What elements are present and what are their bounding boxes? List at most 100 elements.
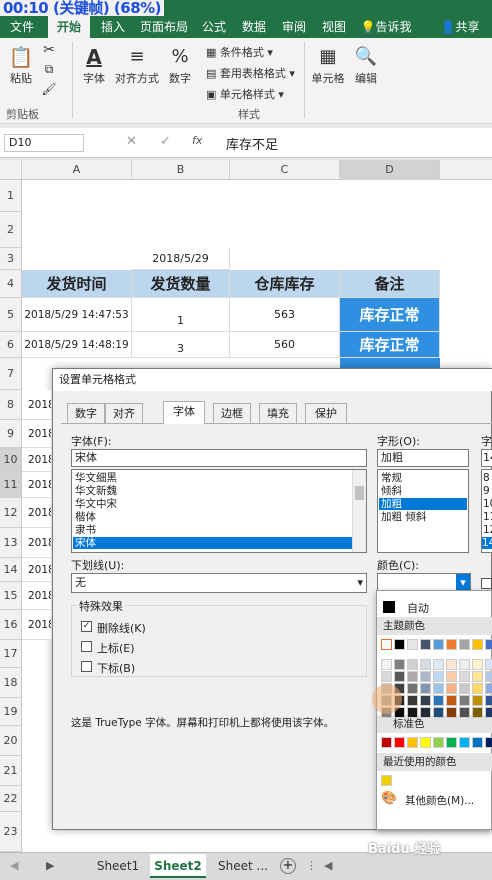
format-painter-icon[interactable]: 🖌 <box>40 82 58 96</box>
status-cell[interactable]: 库存正常 <box>340 298 440 332</box>
row-header[interactable]: 1 <box>0 180 22 212</box>
tab-border[interactable]: 边框 <box>213 403 251 423</box>
share-button[interactable]: 👤共享 <box>428 16 492 38</box>
enter-icon[interactable]: ✓ <box>160 134 171 149</box>
theme-color-swatch[interactable] <box>459 683 470 694</box>
table-cell[interactable]: 563 <box>230 298 340 332</box>
strikethrough-checkbox[interactable]: ✓ <box>81 621 92 632</box>
fx-icon[interactable]: fx <box>192 134 202 147</box>
header-cell[interactable]: 仓库库存 <box>230 270 340 298</box>
underline-select[interactable]: 无 ▾ <box>71 573 367 593</box>
tab-home[interactable]: 开始 <box>48 16 90 38</box>
theme-color-swatch[interactable] <box>459 639 470 650</box>
list-item-selected[interactable]: 宋体 <box>73 537 353 549</box>
theme-color-swatch[interactable] <box>433 659 444 670</box>
list-item[interactable]: 华文细黑 <box>75 472 117 484</box>
table-cell[interactable]: 2018/5/ <box>22 558 52 582</box>
standard-color-swatch[interactable] <box>407 737 418 748</box>
list-item[interactable]: 8 <box>483 472 490 484</box>
row-header[interactable]: 13 <box>0 528 22 558</box>
theme-color-swatch[interactable] <box>446 683 457 694</box>
style-input[interactable]: 加粗 <box>377 449 469 467</box>
tab-fill[interactable]: 填充 <box>259 403 297 423</box>
theme-color-swatch[interactable] <box>446 639 457 650</box>
column-header-d[interactable]: D <box>340 160 440 180</box>
row-header[interactable]: 22 <box>0 786 22 812</box>
row-header[interactable]: 5 <box>0 298 22 332</box>
theme-color-swatch[interactable] <box>485 671 492 682</box>
cell-styles-button[interactable]: ▣ 单元格样式 ▾ <box>206 86 284 102</box>
auto-color-label[interactable]: 自动 <box>407 600 429 616</box>
table-cell[interactable]: 560 <box>230 332 340 358</box>
theme-color-swatch[interactable] <box>420 695 431 706</box>
table-cell[interactable]: 2018/5/ <box>22 390 52 420</box>
theme-color-swatch[interactable] <box>472 639 483 650</box>
row-header[interactable]: 14 <box>0 558 22 582</box>
subscript-checkbox[interactable] <box>81 661 92 672</box>
row-header[interactable]: 12 <box>0 498 22 528</box>
theme-color-swatch[interactable] <box>381 659 392 670</box>
standard-color-swatch[interactable] <box>433 737 444 748</box>
cancel-icon[interactable]: ✕ <box>126 134 137 149</box>
theme-color-swatch[interactable] <box>472 683 483 694</box>
style-list[interactable]: 常规 倾斜 加粗 加粗 倾斜 <box>377 469 469 553</box>
list-item-selected[interactable]: 14 <box>482 537 492 549</box>
list-item[interactable]: 隶书 <box>75 524 96 536</box>
standard-color-swatch[interactable] <box>381 737 392 748</box>
number-button[interactable]: % 数字 <box>164 44 196 86</box>
column-header-c[interactable]: C <box>230 160 340 180</box>
row-header[interactable]: 9 <box>0 420 22 448</box>
theme-color-swatch[interactable] <box>407 707 418 718</box>
auto-color-swatch[interactable] <box>383 601 395 613</box>
table-cell[interactable]: 2018/5/ <box>22 528 52 558</box>
list-item[interactable]: 10 <box>483 498 492 510</box>
sheet-tab-2[interactable]: Sheet2 <box>150 854 206 878</box>
column-header-b[interactable]: B <box>132 160 230 180</box>
row-header[interactable]: 19 <box>0 698 22 726</box>
list-item[interactable]: 华文新魏 <box>75 485 117 497</box>
list-item-selected[interactable]: 加粗 <box>379 498 467 510</box>
table-cell[interactable]: 2018/5/ <box>22 582 52 610</box>
row-header[interactable]: 15 <box>0 582 22 610</box>
theme-color-swatch[interactable] <box>459 659 470 670</box>
theme-color-swatch[interactable] <box>485 683 492 694</box>
theme-color-swatch[interactable] <box>394 671 405 682</box>
theme-color-swatch[interactable] <box>485 707 492 718</box>
header-cell[interactable]: 备注 <box>340 270 440 298</box>
list-item[interactable]: 12 <box>483 524 492 536</box>
tab-alignment[interactable]: 对齐 <box>105 403 143 423</box>
scrollbar-thumb[interactable] <box>355 486 364 500</box>
superscript-checkbox[interactable] <box>81 641 92 652</box>
row-header[interactable]: 17 <box>0 640 22 668</box>
sheet-tab-more[interactable]: Sheet ... <box>210 854 276 878</box>
theme-color-swatch[interactable] <box>446 695 457 706</box>
row-header[interactable]: 4 <box>0 270 22 298</box>
more-colors-button[interactable]: 其他颜色(M)... <box>405 793 474 808</box>
theme-color-swatch[interactable] <box>420 639 431 650</box>
theme-color-swatch[interactable] <box>485 695 492 706</box>
table-format-button[interactable]: ▤ 套用表格格式 ▾ <box>206 65 295 81</box>
font-list[interactable]: 华文细黑 华文新魏 华文中宋 楷体 隶书 宋体 <box>71 469 367 553</box>
table-cell[interactable]: 1 <box>132 298 230 332</box>
theme-color-swatch[interactable] <box>433 671 444 682</box>
standard-color-swatch[interactable] <box>459 737 470 748</box>
header-cell[interactable]: 发货时间 <box>22 270 132 298</box>
color-wheel-icon[interactable]: 🎨 <box>381 791 397 806</box>
row-header[interactable]: 23 <box>0 812 22 852</box>
theme-color-swatch[interactable] <box>433 683 444 694</box>
scroll-left-icon[interactable]: ◀ <box>10 859 18 872</box>
row-header[interactable]: 21 <box>0 756 22 786</box>
tab-data[interactable]: 数据 <box>236 16 272 38</box>
standard-color-swatch[interactable] <box>446 737 457 748</box>
theme-color-swatch[interactable] <box>394 639 405 650</box>
normal-font-checkbox[interactable] <box>481 578 492 589</box>
row-header[interactable]: 20 <box>0 726 22 756</box>
recent-color-swatch[interactable] <box>381 775 392 786</box>
table-cell[interactable]: 2018/5/ <box>22 448 52 472</box>
theme-color-swatch[interactable] <box>472 659 483 670</box>
paste-button[interactable]: 📋 粘贴 <box>6 44 36 86</box>
standard-color-swatch[interactable] <box>394 737 405 748</box>
header-cell[interactable]: 发货数量 <box>132 270 230 298</box>
standard-color-swatch[interactable] <box>472 737 483 748</box>
theme-color-swatch[interactable] <box>485 659 492 670</box>
